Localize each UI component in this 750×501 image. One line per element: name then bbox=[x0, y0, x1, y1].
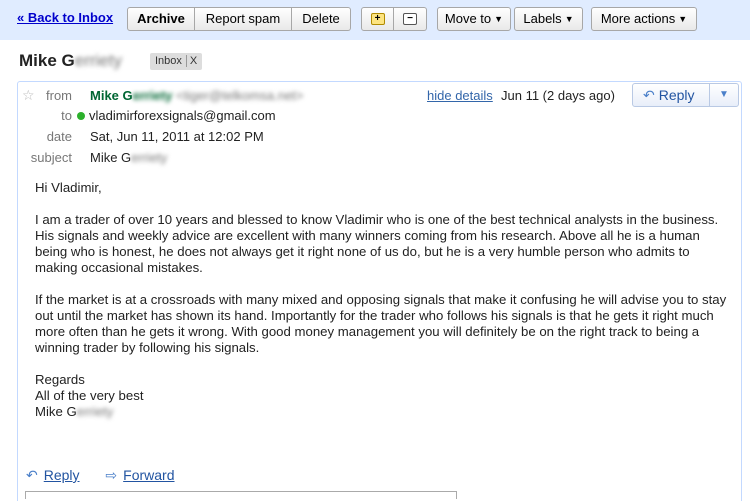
archive-button[interactable]: Archive bbox=[127, 7, 195, 31]
hide-details-link[interactable]: hide details bbox=[427, 88, 493, 103]
report-spam-button[interactable]: Report spam bbox=[195, 7, 292, 31]
back-to-inbox-link[interactable]: « Back to Inbox bbox=[17, 10, 113, 25]
toolbar: « Back to Inbox Archive Report spam Dele… bbox=[0, 0, 750, 40]
chevron-down-icon: ▼ bbox=[719, 89, 729, 100]
reply-arrow-icon: ↶ bbox=[643, 87, 655, 103]
redacted-text: erriety bbox=[74, 51, 122, 70]
signature: Mike Gerriety bbox=[35, 404, 730, 420]
thread-subject-text: Mike G bbox=[19, 51, 75, 70]
footer-forward-link[interactable]: Forward bbox=[123, 467, 174, 483]
labels-dropdown[interactable]: Labels ▼ bbox=[514, 7, 583, 31]
add-star-button[interactable]: + bbox=[361, 7, 394, 31]
redacted-text: erriety bbox=[76, 404, 114, 419]
signature-name: Mike G bbox=[35, 404, 77, 419]
message-footer: ↶ Reply ⇨ Forward bbox=[26, 467, 175, 484]
star-add-icon: + bbox=[370, 12, 385, 25]
message-body: Hi Vladimir, I am a trader of over 10 ye… bbox=[35, 180, 730, 420]
recipient-email[interactable]: vladimirforexsignals@gmail.com bbox=[89, 108, 276, 123]
quick-reply-box[interactable] bbox=[25, 491, 457, 499]
more-actions-dropdown[interactable]: More actions ▼ bbox=[591, 7, 697, 31]
delete-button[interactable]: Delete bbox=[292, 7, 351, 31]
body-paragraph: I am a trader of over 10 years and bless… bbox=[35, 212, 719, 275]
archive-label: Archive bbox=[137, 11, 185, 26]
inbox-label-chip[interactable]: Inbox X bbox=[150, 53, 203, 70]
label-name: Inbox bbox=[155, 55, 182, 67]
redacted-text: erriety bbox=[131, 150, 168, 165]
body-paragraph: If the market is at a crossroads with ma… bbox=[35, 292, 727, 355]
labels-label: Labels bbox=[523, 11, 562, 26]
thread-subject: Mike Gerriety bbox=[19, 51, 122, 71]
minus-icon: − bbox=[403, 12, 417, 25]
chevron-down-icon: ▼ bbox=[494, 14, 504, 24]
from-value: Mike Gerriety <tiger@telkomsa.net> bbox=[90, 88, 303, 103]
to-value: vladimirforexsignals@gmail.com bbox=[77, 108, 276, 123]
subject-label: subject bbox=[30, 150, 72, 165]
reply-label: Reply bbox=[658, 87, 695, 103]
chevron-down-icon: ▼ bbox=[564, 14, 574, 24]
forward-arrow-icon: ⇨ bbox=[105, 467, 118, 483]
signoff-line: Regards bbox=[35, 372, 85, 387]
footer-reply-link[interactable]: Reply bbox=[44, 467, 80, 483]
sender-name[interactable]: Mike G bbox=[90, 88, 133, 103]
signoff-line: All of the very best bbox=[35, 388, 144, 403]
move-to-label: Move to bbox=[444, 11, 492, 26]
remove-label-button[interactable]: X bbox=[185, 55, 198, 67]
subject-text: Mike G bbox=[90, 150, 132, 165]
delete-label: Delete bbox=[302, 11, 340, 26]
from-label: from bbox=[46, 88, 72, 103]
subject-value: Mike Gerriety bbox=[90, 150, 167, 165]
date-label: date bbox=[46, 129, 72, 144]
received-date: Jun 11 (2 days ago) bbox=[501, 88, 615, 103]
report-spam-label: Report spam bbox=[205, 11, 281, 26]
reply-options-button[interactable]: ▼ bbox=[709, 83, 739, 107]
move-to-dropdown[interactable]: Move to ▼ bbox=[437, 7, 511, 31]
redacted-text: erriety bbox=[132, 88, 173, 103]
online-status-icon bbox=[77, 111, 85, 120]
to-label: to bbox=[61, 108, 72, 123]
date-value: Sat, Jun 11, 2011 at 12:02 PM bbox=[90, 129, 264, 144]
star-icon[interactable]: ☆ bbox=[22, 87, 35, 104]
sender-email-redacted: <tiger@telkomsa.net> bbox=[176, 88, 304, 103]
reply-button[interactable]: ↶ Reply bbox=[632, 83, 710, 107]
chevron-down-icon: ▼ bbox=[678, 14, 688, 24]
more-actions-label: More actions bbox=[600, 11, 676, 26]
reply-arrow-icon: ↶ bbox=[26, 467, 38, 483]
mute-button[interactable]: − bbox=[394, 7, 427, 31]
greeting: Hi Vladimir, bbox=[35, 180, 102, 195]
